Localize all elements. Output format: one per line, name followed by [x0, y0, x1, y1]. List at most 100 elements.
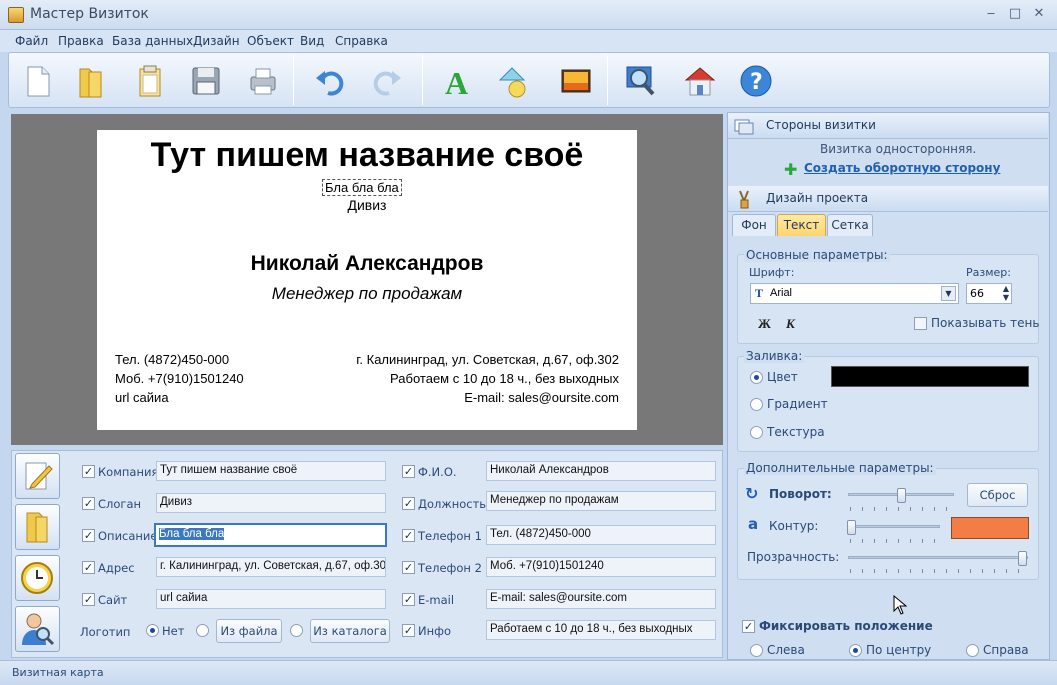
menu-edit[interactable]: Правка	[58, 34, 104, 48]
site-input[interactable]: url сайиа	[156, 589, 386, 609]
shapes-icon[interactable]	[498, 63, 536, 99]
logo-file-radio[interactable]	[196, 624, 209, 637]
spin-down-icon[interactable]: ▼	[1003, 293, 1009, 302]
info-checkbox[interactable]: ✓	[402, 624, 415, 637]
phone2-input[interactable]: Моб. +7(910)1501240	[486, 557, 716, 577]
card-hours[interactable]: Работаем с 10 до 18 ч., без выходных	[390, 371, 619, 386]
fill-color-swatch[interactable]	[831, 366, 1029, 387]
tab-text[interactable]: Текст	[777, 214, 826, 236]
bold-button[interactable]: Ж	[758, 316, 771, 332]
align-left-radio[interactable]	[750, 644, 763, 657]
sides-header[interactable]: Стороны визитки	[728, 113, 1048, 139]
tab-grid[interactable]: Сетка	[827, 214, 873, 236]
open-folder-icon[interactable]	[72, 63, 110, 99]
fio-checkbox[interactable]: ✓	[402, 465, 415, 478]
maximize-button[interactable]: □	[1003, 4, 1027, 24]
create-back-side-link[interactable]: Создать оборотную сторону	[804, 161, 1000, 175]
business-card-preview[interactable]: Тут пишем название своё Бла бла бла Диви…	[97, 130, 637, 430]
minimize-button[interactable]: ‒	[979, 4, 1003, 24]
card-description[interactable]: Бла бла бла	[322, 179, 402, 196]
card-company[interactable]: Тут пишем название своё	[97, 136, 637, 175]
company-checkbox[interactable]: ✓	[82, 465, 95, 478]
fill-color-radio[interactable]	[750, 371, 763, 384]
image-icon[interactable]	[557, 63, 595, 99]
basic-params-title: Основные параметры:	[744, 248, 890, 262]
card-slogan[interactable]: Дивиз	[97, 197, 637, 213]
email-input[interactable]: E-mail: sales@oursite.com	[486, 589, 716, 609]
description-input[interactable]: Бла бла бла	[154, 523, 387, 547]
transparency-ticks	[850, 569, 1028, 573]
logo-catalog-radio[interactable]	[290, 624, 303, 637]
redo-icon[interactable]	[368, 63, 406, 99]
save-icon[interactable]	[187, 63, 225, 99]
text-tool-icon[interactable]: A	[437, 63, 475, 101]
zoom-icon[interactable]	[621, 63, 659, 99]
menu-view[interactable]: Вид	[300, 34, 324, 48]
menu-help[interactable]: Справка	[335, 34, 388, 48]
address-input[interactable]: г. Калининград, ул. Советская, д.67, оф.…	[156, 557, 386, 577]
outline-color-swatch[interactable]	[951, 517, 1029, 539]
home-icon[interactable]	[681, 63, 719, 99]
description-checkbox[interactable]: ✓	[82, 529, 95, 542]
align-right-radio[interactable]	[966, 644, 979, 657]
font-select[interactable]: T Arial ▼	[750, 283, 959, 304]
transparency-slider[interactable]	[848, 556, 1028, 559]
card-name[interactable]: Николай Александров	[97, 252, 637, 276]
size-spinner[interactable]: 66 ▲ ▼	[966, 283, 1012, 304]
fill-texture-radio[interactable]	[750, 426, 763, 439]
help-icon[interactable]: ?	[737, 63, 775, 99]
menu-design[interactable]: Дизайн	[193, 34, 240, 48]
position-checkbox[interactable]: ✓	[402, 497, 415, 510]
phone1-checkbox[interactable]: ✓	[402, 529, 415, 542]
print-icon[interactable]	[243, 63, 281, 99]
align-center-radio[interactable]	[849, 644, 862, 657]
menu-file[interactable]: Файл	[15, 34, 48, 48]
new-file-icon[interactable]	[19, 63, 57, 99]
search-person-side-button[interactable]	[15, 606, 60, 652]
italic-button[interactable]: К	[786, 316, 795, 332]
fix-position-checkbox[interactable]: ✓	[742, 620, 755, 633]
design-header[interactable]: Дизайн проекта	[728, 186, 1048, 212]
spin-up-icon[interactable]: ▲	[1003, 284, 1009, 293]
address-checkbox[interactable]: ✓	[82, 561, 95, 574]
card-site[interactable]: url сайиа	[115, 390, 169, 405]
phone1-input[interactable]: Тел. (4872)450-000	[486, 525, 716, 545]
outline-slider-thumb[interactable]	[847, 520, 856, 535]
company-input[interactable]: Тут пишем название своё	[156, 461, 386, 481]
undo-icon[interactable]	[311, 63, 349, 99]
card-address[interactable]: г. Калининград, ул. Советская, д.67, оф.…	[356, 352, 619, 367]
align-center-label: По центру	[866, 643, 932, 657]
card-phone[interactable]: Тел. (4872)450-000	[115, 352, 229, 367]
site-checkbox[interactable]: ✓	[82, 593, 95, 606]
database-side-button[interactable]	[15, 504, 60, 550]
fill-gradient-radio[interactable]	[750, 398, 763, 411]
close-button[interactable]: ✕	[1027, 4, 1051, 24]
position-input[interactable]: Менеджер по продажам	[486, 491, 716, 511]
edit-text-side-button[interactable]	[15, 453, 60, 499]
outline-icon: a	[748, 515, 759, 533]
from-file-button[interactable]: Из файла	[216, 619, 282, 643]
chevron-down-icon[interactable]: ▼	[941, 286, 956, 301]
card-mobile[interactable]: Моб. +7(910)1501240	[115, 371, 244, 386]
email-checkbox[interactable]: ✓	[402, 593, 415, 606]
font-label: Шрифт:	[749, 266, 795, 279]
rotate-slider-thumb[interactable]	[897, 488, 906, 503]
fio-input[interactable]: Николай Александров	[486, 461, 716, 481]
logo-none-radio[interactable]	[146, 624, 159, 637]
menu-object[interactable]: Объект	[247, 34, 294, 48]
tab-background[interactable]: Фон	[732, 214, 776, 236]
info-input[interactable]: Работаем с 10 до 18 ч., без выходных	[486, 620, 716, 640]
card-email[interactable]: E-mail: sales@oursite.com	[464, 390, 619, 405]
transparency-slider-thumb[interactable]	[1018, 551, 1027, 566]
shadow-checkbox[interactable]	[914, 317, 927, 330]
from-catalog-button[interactable]: Из каталога	[310, 619, 390, 643]
slogan-input[interactable]: Дивиз	[156, 493, 386, 513]
slogan-checkbox[interactable]: ✓	[82, 497, 95, 510]
templates-icon[interactable]	[130, 63, 168, 99]
phone2-checkbox[interactable]: ✓	[402, 561, 415, 574]
card-position[interactable]: Менеджер по продажам	[97, 284, 637, 304]
clock-side-button[interactable]	[15, 555, 60, 601]
outline-slider[interactable]	[848, 525, 940, 528]
menu-database[interactable]: База данных	[112, 34, 193, 48]
reset-button[interactable]: Сброс	[967, 483, 1028, 507]
